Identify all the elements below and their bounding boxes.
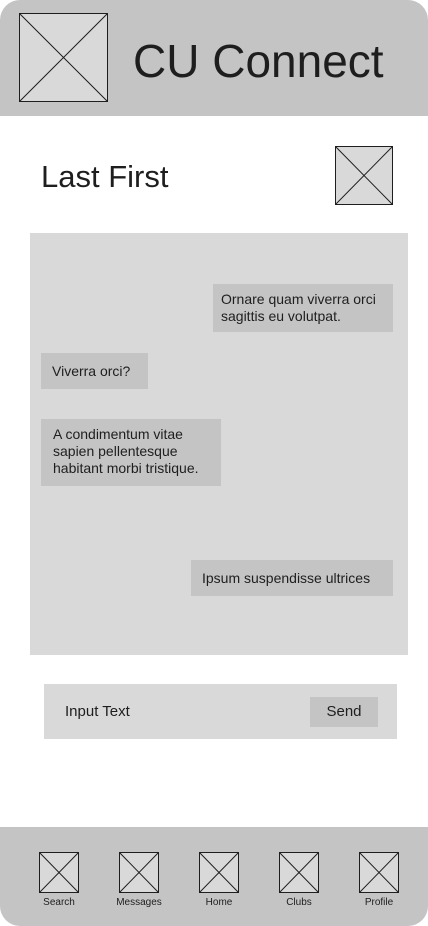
profile-image-placeholder-icon: [359, 852, 399, 893]
bottom-nav: Search Messages Home Clubs Profile: [0, 827, 428, 926]
nav-item-home[interactable]: Home: [189, 852, 249, 912]
nav-item-search[interactable]: Search: [29, 852, 89, 912]
clubs-image-placeholder-icon: [279, 852, 319, 893]
app-frame: CU Connect Last First Ornare quam viverr…: [0, 0, 428, 926]
message-bubble-sent: Viverra orci?: [41, 353, 148, 389]
message-composer: Input Text Send: [44, 684, 397, 739]
search-image-placeholder-icon: [39, 852, 79, 893]
chat-area[interactable]: Ornare quam viverra orci sagittis eu vol…: [30, 233, 408, 655]
message-bubble-sent: A condimentum vitae sapien pellentesque …: [41, 419, 221, 486]
message-bubble-received: Ipsum suspendisse ultrices: [191, 560, 393, 596]
contact-avatar-image-placeholder-icon[interactable]: [335, 146, 393, 205]
app-header: CU Connect: [0, 0, 428, 116]
nav-item-profile[interactable]: Profile: [349, 852, 409, 912]
nav-label-home: Home: [205, 897, 233, 908]
nav-label-clubs: Clubs: [286, 897, 312, 908]
send-button[interactable]: Send: [310, 697, 378, 727]
nav-label-search: Search: [43, 897, 75, 908]
home-image-placeholder-icon: [199, 852, 239, 893]
message-bubble-received: Ornare quam viverra orci sagittis eu vol…: [213, 284, 393, 332]
nav-item-clubs[interactable]: Clubs: [269, 852, 329, 912]
contact-name: Last First: [41, 159, 169, 194]
nav-item-messages[interactable]: Messages: [109, 852, 169, 912]
app-title: CU Connect: [133, 35, 384, 87]
nav-label-profile: Profile: [364, 897, 394, 908]
message-input-field[interactable]: Input Text: [65, 703, 130, 721]
nav-label-messages: Messages: [116, 897, 162, 908]
app-logo-image-placeholder-icon: [19, 13, 108, 102]
messages-image-placeholder-icon: [119, 852, 159, 893]
